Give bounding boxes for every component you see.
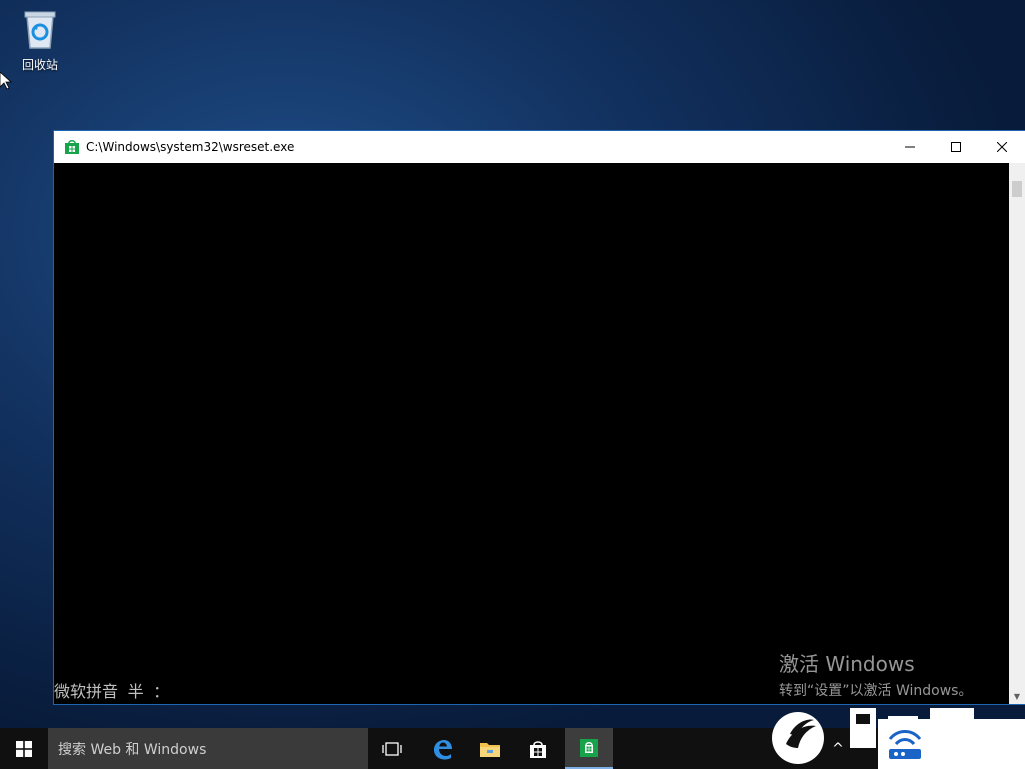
task-view-icon xyxy=(382,741,402,756)
store-icon xyxy=(530,740,546,758)
window-title: C:\Windows\system32\wsreset.exe xyxy=(86,140,295,154)
recycle-bin-label: 回收站 xyxy=(21,58,58,72)
wsreset-taskbar-button[interactable] xyxy=(565,728,613,769)
window-titlebar[interactable]: C:\Windows\system32\wsreset.exe xyxy=(54,131,1025,163)
edge-icon xyxy=(434,739,452,759)
search-placeholder: 搜索 Web 和 Windows xyxy=(58,741,207,758)
edge-button[interactable] xyxy=(418,728,466,769)
vertical-scrollbar[interactable]: ▼ xyxy=(1009,163,1025,704)
start-button[interactable] xyxy=(0,728,48,769)
store-app-icon xyxy=(65,140,79,154)
site-logo-badge xyxy=(878,719,1025,769)
task-view-button[interactable] xyxy=(368,728,416,769)
minimize-icon xyxy=(905,146,915,148)
console-window[interactable]: C:\Windows\system32\wsreset.exe 微软拼音 半 ：… xyxy=(53,130,1025,705)
activation-title: 激活 Windows xyxy=(779,652,915,676)
close-icon xyxy=(997,142,1007,152)
activation-subtitle: 转到“设置”以激活 Windows。 xyxy=(779,683,973,699)
windows-logo-icon xyxy=(16,740,32,757)
maximize-button[interactable] xyxy=(933,131,979,163)
file-explorer-button[interactable] xyxy=(466,728,514,769)
store-green-icon xyxy=(580,738,598,757)
minimize-button[interactable] xyxy=(887,131,933,163)
scroll-down-arrow-icon[interactable]: ▼ xyxy=(1009,688,1025,704)
activation-watermark: 激活 Windows 转到“设置”以激活 Windows。 xyxy=(779,648,972,700)
close-button[interactable] xyxy=(979,131,1025,163)
console-output-area[interactable]: 微软拼音 半 ： xyxy=(54,163,1009,704)
maximize-icon xyxy=(951,142,961,152)
ime-status-line: 微软拼音 半 ： xyxy=(54,682,170,701)
scrollbar-thumb[interactable] xyxy=(1012,181,1022,197)
mouse-cursor-icon xyxy=(0,72,12,90)
router-icon xyxy=(888,730,922,759)
recycle-bin-shortcut[interactable]: 回收站 xyxy=(12,8,68,78)
store-button[interactable] xyxy=(514,728,562,769)
folder-icon xyxy=(480,742,500,757)
search-box[interactable]: 搜索 Web 和 Windows xyxy=(48,728,368,769)
recycle-bin-icon xyxy=(24,11,56,49)
